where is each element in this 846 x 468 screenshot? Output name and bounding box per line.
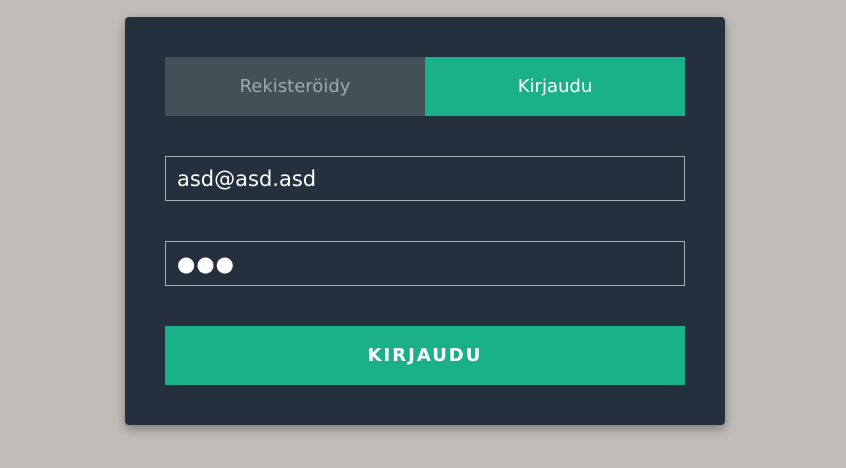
tab-register[interactable]: Rekisteröidy: [165, 57, 425, 116]
tab-bar: Rekisteröidy Kirjaudu: [165, 57, 685, 116]
login-card: Rekisteröidy Kirjaudu asd@asd.asd ●●● KI…: [125, 17, 725, 425]
tab-login[interactable]: Kirjaudu: [425, 57, 685, 116]
email-field-value: asd@asd.asd: [177, 166, 317, 191]
password-field[interactable]: ●●●: [165, 241, 685, 286]
email-field[interactable]: asd@asd.asd: [165, 156, 685, 201]
password-field-value: ●●●: [177, 251, 235, 276]
login-submit-button[interactable]: KIRJAUDU: [165, 326, 685, 385]
